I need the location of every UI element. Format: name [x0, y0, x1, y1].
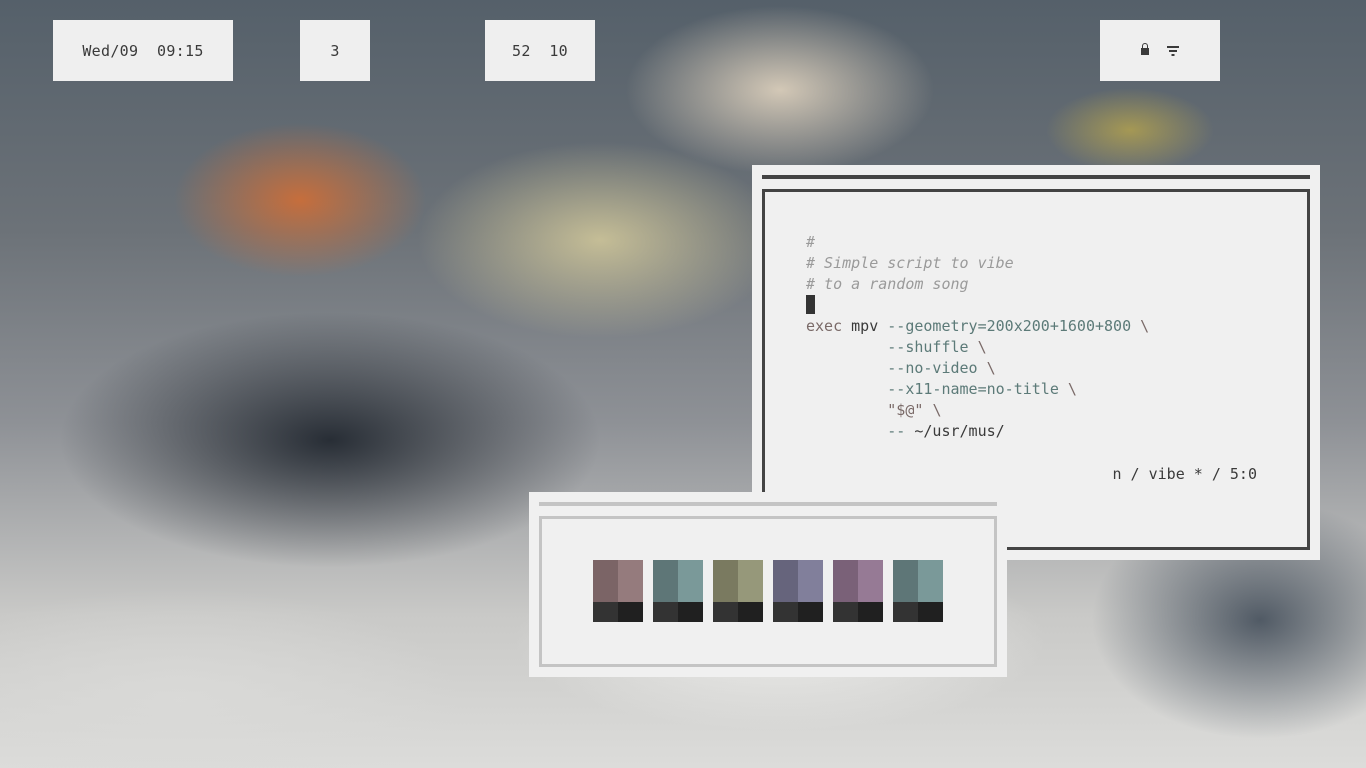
- color-palette-window[interactable]: [529, 492, 1007, 677]
- workspace-indicator[interactable]: 3: [300, 20, 370, 81]
- swatch-row: [593, 560, 943, 622]
- clock-gap: [138, 42, 157, 60]
- line-continuation: \: [1140, 317, 1150, 335]
- swatch-cell: [678, 602, 703, 622]
- stat-value-b: 10: [549, 41, 568, 60]
- line-continuation: \: [986, 359, 996, 377]
- swatch-cell: [618, 560, 643, 602]
- swatch-cell: [653, 602, 678, 622]
- color-swatch: [893, 560, 943, 622]
- editor-status-line: n / vibe * / 5:0: [1112, 465, 1258, 483]
- swatch-cell: [918, 560, 943, 602]
- arg-all-args: "$@": [887, 401, 924, 419]
- comment-line: # Simple script to vibe: [806, 254, 1014, 272]
- arg-shuffle: --shuffle: [887, 338, 969, 356]
- swatch-cell: [893, 602, 918, 622]
- arg-geometry: --geometry=200x200+1600+800: [887, 317, 1132, 335]
- swatch-cell: [618, 602, 643, 622]
- swatch-cell: [918, 602, 943, 622]
- swatch-cell: [713, 560, 738, 602]
- command-name: mpv: [851, 317, 879, 335]
- system-tray: [1100, 20, 1220, 81]
- clock-widget[interactable]: Wed/09 09:15: [53, 20, 233, 81]
- line-continuation: \: [977, 338, 987, 356]
- swatch-cell: [798, 602, 823, 622]
- lock-icon[interactable]: [1141, 42, 1149, 57]
- color-swatch: [653, 560, 703, 622]
- swatch-cell: [798, 560, 823, 602]
- terminal-titlebar[interactable]: [762, 175, 1310, 179]
- filter-icon[interactable]: [1167, 45, 1179, 56]
- exec-keyword: exec: [806, 317, 843, 335]
- swatch-cell: [773, 560, 798, 602]
- arg-no-video: --no-video: [887, 359, 978, 377]
- swatch-cell: [858, 602, 883, 622]
- swatch-cell: [593, 602, 618, 622]
- swatch-cell: [833, 560, 858, 602]
- swatch-cell: [593, 560, 618, 602]
- line-continuation: \: [932, 401, 942, 419]
- swatch-cell: [858, 560, 883, 602]
- terminal-editor-content[interactable]: # # Simple script to vibe # to a random …: [806, 232, 1149, 442]
- clock-date: Wed/09: [82, 41, 139, 60]
- clock-time: 09:15: [157, 41, 204, 60]
- color-swatch: [593, 560, 643, 622]
- stat-value-a: 52: [511, 41, 531, 60]
- comment-line: # to a random song: [806, 275, 969, 293]
- color-swatch: [833, 560, 883, 622]
- line-continuation: \: [1067, 380, 1077, 398]
- swatch-cell: [738, 602, 763, 622]
- stat-gap: [531, 42, 550, 60]
- swatch-cell: [678, 560, 703, 602]
- swatch-cell: [713, 602, 738, 622]
- arg-end-options: --: [887, 422, 906, 440]
- palette-titlebar[interactable]: [539, 502, 997, 506]
- swatch-cell: [833, 602, 858, 622]
- arg-music-path: ~/usr/mus/: [914, 422, 1005, 440]
- color-swatch: [773, 560, 823, 622]
- text-cursor: [806, 295, 815, 314]
- swatch-cell: [773, 602, 798, 622]
- swatch-cell: [893, 560, 918, 602]
- workspace-number: 3: [330, 41, 340, 60]
- comment-line: #: [806, 233, 816, 251]
- swatch-cell: [653, 560, 678, 602]
- system-stats-widget[interactable]: 52 10: [485, 20, 595, 81]
- color-swatch: [713, 560, 763, 622]
- swatch-cell: [738, 560, 763, 602]
- arg-x11-name: --x11-name=no-title: [887, 380, 1059, 398]
